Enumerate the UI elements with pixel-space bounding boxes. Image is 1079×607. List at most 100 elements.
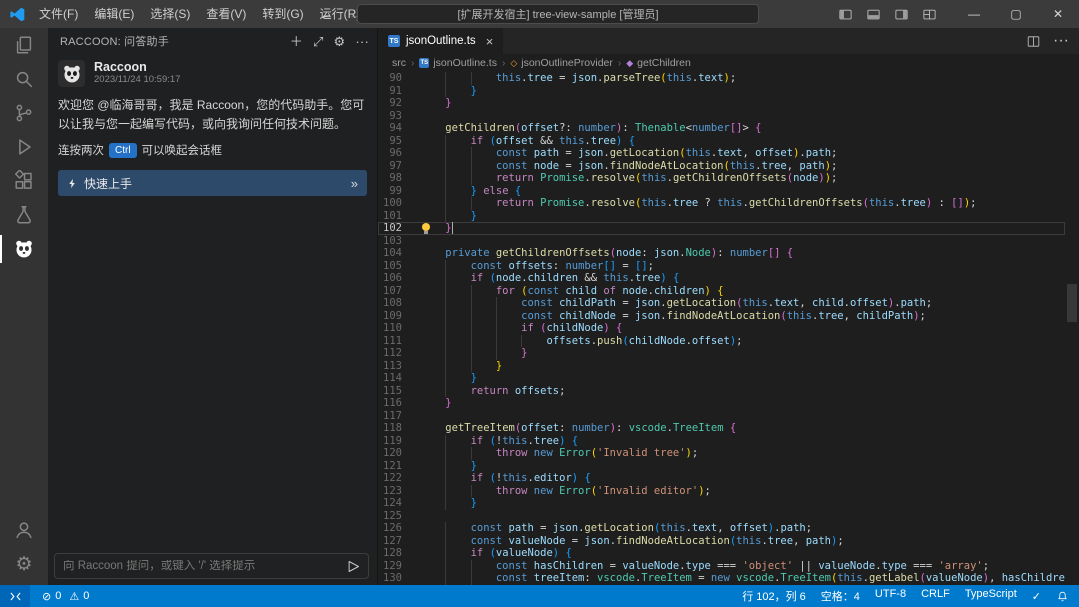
code-line-112[interactable]: 112 } xyxy=(378,347,1065,360)
activity-raccoon[interactable] xyxy=(0,232,48,266)
code-line-111[interactable]: 111 offsets.push(childNode.offset); xyxy=(378,335,1065,348)
menu-item-4[interactable]: 转到(G) xyxy=(254,0,311,28)
chevron-right-icon[interactable]: » xyxy=(351,176,358,191)
activity-settings-icon[interactable]: ⚙ xyxy=(0,547,48,581)
close-button[interactable]: ✕ xyxy=(1037,0,1079,28)
chat-input[interactable] xyxy=(63,560,344,572)
code-line-95[interactable]: 95 if (offset && this.tree) { xyxy=(378,135,1065,148)
code-line-129[interactable]: 129 const hasChildren = valueNode.type =… xyxy=(378,560,1065,573)
breadcrumb-item-0[interactable]: src xyxy=(392,57,406,69)
nav-back-icon[interactable]: ← xyxy=(320,7,333,22)
code-line-119[interactable]: 119 if (!this.tree) { xyxy=(378,435,1065,448)
code-line-98[interactable]: 98 return Promise.resolve(this.getChildr… xyxy=(378,172,1065,185)
status-language-mode[interactable]: TypeScript xyxy=(965,588,1017,604)
expand-icon[interactable]: ⤢ xyxy=(313,35,324,48)
code-line-118[interactable]: 118 getTreeItem(offset: number): vscode.… xyxy=(378,422,1065,435)
status-cursor-position[interactable]: 行 102，列 6 xyxy=(742,588,806,604)
code-line-116[interactable]: 116 } xyxy=(378,397,1065,410)
toggle-sidebar-right-icon[interactable] xyxy=(894,7,909,22)
code-line-100[interactable]: 100 return Promise.resolve(this.tree ? t… xyxy=(378,197,1065,210)
send-icon[interactable] xyxy=(344,557,362,575)
breadcrumb-item-3[interactable]: ◆getChildren xyxy=(626,57,691,69)
activity-run-debug-icon[interactable] xyxy=(0,130,48,164)
line-number: 101 xyxy=(378,210,420,223)
code-line-93[interactable]: 93 xyxy=(378,110,1065,123)
code-line-123[interactable]: 123 throw new Error('Invalid editor'); xyxy=(378,485,1065,498)
tab-jsonoutline[interactable]: TS jsonOutline.ts × xyxy=(378,28,504,54)
code-line-91[interactable]: 91 } xyxy=(378,85,1065,98)
lightbulb-icon[interactable] xyxy=(422,223,430,231)
customize-layout-icon[interactable] xyxy=(922,7,937,22)
activity-extensions-icon[interactable] xyxy=(0,164,48,198)
code-line-117[interactable]: 117 xyxy=(378,410,1065,423)
code-line-107[interactable]: 107 for (const child of node.children) { xyxy=(378,285,1065,298)
text-cursor xyxy=(452,222,454,234)
scrollbar-thumb[interactable] xyxy=(1067,284,1077,322)
status-indentation[interactable]: 空格：4 xyxy=(821,588,860,604)
status-encoding[interactable]: UTF-8 xyxy=(875,588,906,604)
code-line-94[interactable]: 94 getChildren(offset?: number): Thenabl… xyxy=(378,122,1065,135)
line-number: 106 xyxy=(378,272,420,285)
activity-search-icon[interactable] xyxy=(0,62,48,96)
code-text xyxy=(420,410,1065,423)
command-center-search[interactable]: [扩展开发宿主] tree-view-sample [管理员] xyxy=(357,4,759,24)
new-chat-icon[interactable]: ＋ xyxy=(290,35,303,48)
code-line-90[interactable]: 90 this.tree = json.parseTree(this.text)… xyxy=(378,72,1065,85)
toggle-panel-icon[interactable] xyxy=(866,7,881,22)
toggle-sidebar-left-icon[interactable] xyxy=(838,7,853,22)
editor-scrollbar[interactable] xyxy=(1065,72,1079,585)
notifications-bell-icon[interactable] xyxy=(1056,590,1069,603)
code-line-120[interactable]: 120 throw new Error('Invalid tree'); xyxy=(378,447,1065,460)
menu-item-1[interactable]: 编辑(E) xyxy=(86,0,142,28)
code-line-92[interactable]: 92 } xyxy=(378,97,1065,110)
editor-more-actions-icon[interactable]: ··· xyxy=(1053,32,1069,50)
problems-indicator[interactable]: ⊘ 0 ⚠ 0 xyxy=(40,590,91,603)
code-line-121[interactable]: 121 } xyxy=(378,460,1065,473)
activity-source-control-icon[interactable] xyxy=(0,96,48,130)
remote-indicator[interactable] xyxy=(0,585,30,607)
code-line-114[interactable]: 114 } xyxy=(378,372,1065,385)
code-text: getChildren(offset?: number): Thenable<n… xyxy=(420,122,1065,135)
activity-explorer-icon[interactable] xyxy=(0,28,48,62)
more-actions-icon[interactable]: ··· xyxy=(355,35,369,48)
quickstart-button[interactable]: 快速上手 » xyxy=(58,170,367,196)
tab-bar: TS jsonOutline.ts × ··· xyxy=(378,28,1079,54)
code-line-110[interactable]: 110 if (childNode) { xyxy=(378,322,1065,335)
code-line-113[interactable]: 113 } xyxy=(378,360,1065,373)
status-eol[interactable]: CRLF xyxy=(921,588,950,604)
code-line-104[interactable]: 104 private getChildrenOffsets(node: jso… xyxy=(378,247,1065,260)
code-line-127[interactable]: 127 const valueNode = json.findNodeAtLoc… xyxy=(378,535,1065,548)
code-line-105[interactable]: 105 const offsets: number[] = []; xyxy=(378,260,1065,273)
code-line-130[interactable]: 130 const treeItem: vscode.TreeItem = ne… xyxy=(378,572,1065,585)
formatter-check-icon[interactable]: ✓ xyxy=(1032,590,1041,603)
tab-close-icon[interactable]: × xyxy=(486,34,494,49)
activity-account-icon[interactable] xyxy=(0,513,48,547)
settings-gear-icon[interactable]: ⚙ xyxy=(334,35,346,48)
code-line-102[interactable]: 102 } xyxy=(378,222,1065,235)
code-line-126[interactable]: 126 const path = json.getLocation(this.t… xyxy=(378,522,1065,535)
code-line-106[interactable]: 106 if (node.children && this.tree) { xyxy=(378,272,1065,285)
code-line-109[interactable]: 109 const childNode = json.findNodeAtLoc… xyxy=(378,310,1065,323)
code-line-125[interactable]: 125 xyxy=(378,510,1065,523)
maximize-button[interactable]: ▢ xyxy=(995,0,1037,28)
code-line-115[interactable]: 115 return offsets; xyxy=(378,385,1065,398)
minimize-button[interactable]: — xyxy=(953,0,995,28)
code-line-97[interactable]: 97 const node = json.findNodeAtLocation(… xyxy=(378,160,1065,173)
code-line-108[interactable]: 108 const childPath = json.getLocation(t… xyxy=(378,297,1065,310)
code-line-96[interactable]: 96 const path = json.getLocation(this.te… xyxy=(378,147,1065,160)
code-text xyxy=(420,235,1065,248)
code-text: const offsets: number[] = []; xyxy=(420,260,1065,273)
code-line-122[interactable]: 122 if (!this.editor) { xyxy=(378,472,1065,485)
breadcrumb-item-1[interactable]: TSjsonOutline.ts xyxy=(419,57,497,69)
menu-item-2[interactable]: 选择(S) xyxy=(142,0,198,28)
code-line-99[interactable]: 99 } else { xyxy=(378,185,1065,198)
code-line-124[interactable]: 124 } xyxy=(378,497,1065,510)
breadcrumb-item-2[interactable]: ◇jsonOutlineProvider xyxy=(510,57,613,69)
menu-item-0[interactable]: 文件(F) xyxy=(31,0,86,28)
split-editor-icon[interactable] xyxy=(1026,34,1041,49)
code-line-101[interactable]: 101 } xyxy=(378,210,1065,223)
code-line-103[interactable]: 103 xyxy=(378,235,1065,248)
menu-item-3[interactable]: 查看(V) xyxy=(198,0,254,28)
activity-test-icon[interactable] xyxy=(0,198,48,232)
code-line-128[interactable]: 128 if (valueNode) { xyxy=(378,547,1065,560)
